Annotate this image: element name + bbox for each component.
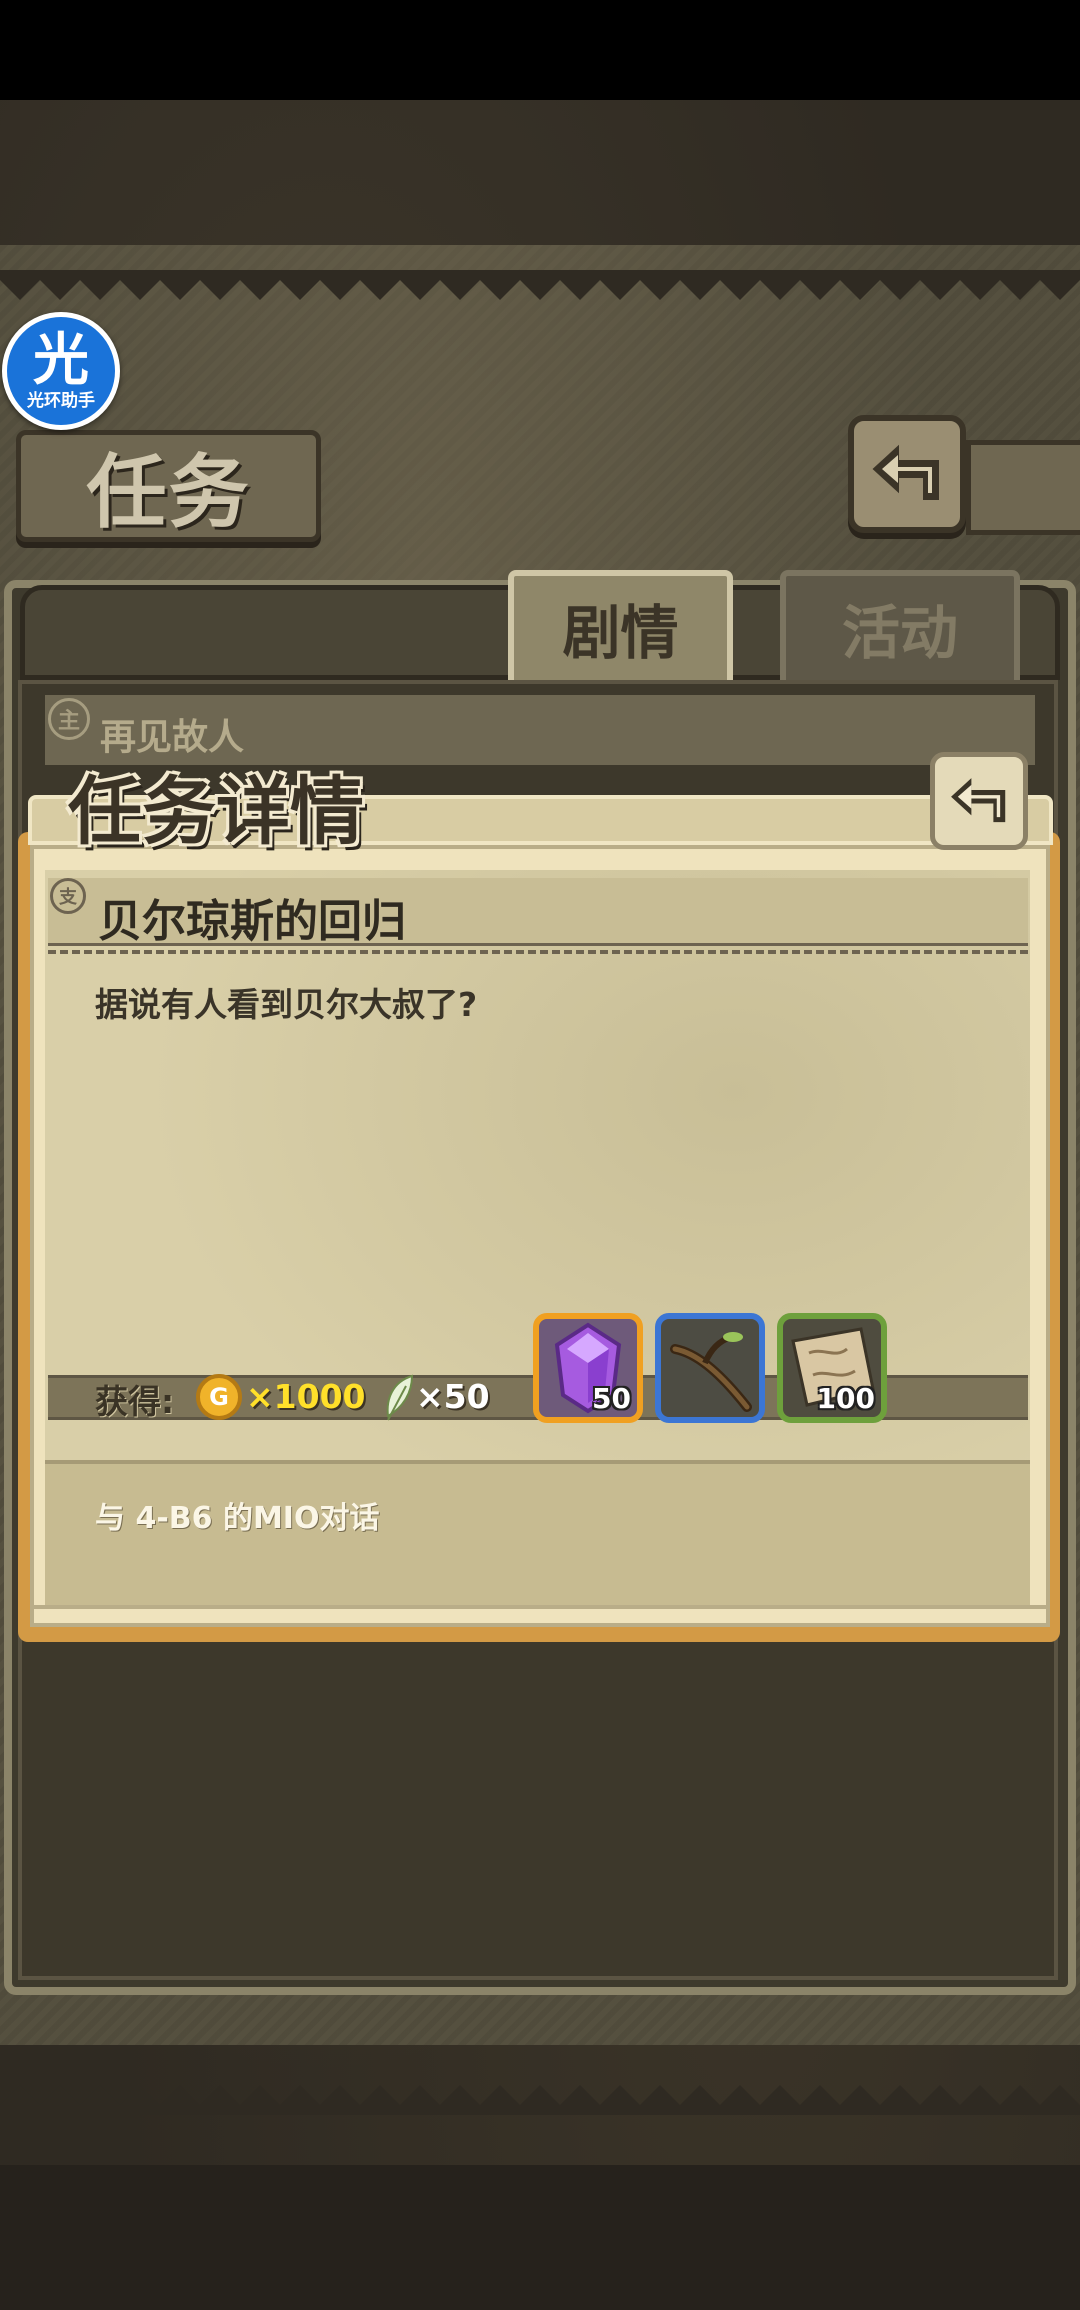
bottom-zigzag-edge [0,2085,1080,2115]
back-arrow-icon [951,778,1006,823]
top-zigzag-edge [0,270,1080,300]
reward-item-count: 50 [592,1382,631,1415]
back-button[interactable] [848,415,966,533]
tab-events-label: 活动 [841,599,958,667]
quest-description: 据说有人看到贝尔大叔了? [95,985,478,1024]
task-detail-bottom-rail [30,1605,1050,1627]
tab-story[interactable]: 剧情 [508,570,733,680]
tab-story-label: 剧情 [562,599,679,667]
page-title: 任务 [16,430,321,542]
bottom-band [0,2165,1080,2310]
reward-item-count: 100 [816,1382,875,1415]
reward-item-crystal[interactable]: 50 [533,1313,643,1423]
back-arrow-icon [872,444,939,500]
header-right-bar [966,440,1080,535]
wooden-branch-icon [670,1332,752,1412]
tab-events[interactable]: 活动 [780,570,1020,680]
main-quest-icon: 主 [48,698,90,740]
helper-badge-label: 光环助手 [27,391,95,411]
page-title-text: 任务 [86,445,251,539]
status-bar [0,0,1080,100]
helper-badge-icon: 光 [33,328,89,393]
reward-item-branch[interactable] [655,1313,765,1423]
feather-amount: ×50 [416,1377,490,1416]
quest-objective: 与 4-B6 的MIO对话 [95,1501,380,1536]
helper-badge[interactable]: 光 光环助手 [2,312,120,430]
coin-amount: ×1000 [246,1377,366,1416]
reward-label: 获得: [95,1382,175,1421]
side-quest-icon: 支 [50,878,86,914]
gold-coin-icon: G [196,1374,242,1420]
detail-back-button[interactable] [930,752,1028,850]
feather-icon [386,1374,414,1421]
quest-title: 贝尔琼斯的回归 [98,896,406,947]
reward-item-map[interactable]: 100 [777,1313,887,1423]
task-detail-title: 任务详情 [68,769,364,855]
